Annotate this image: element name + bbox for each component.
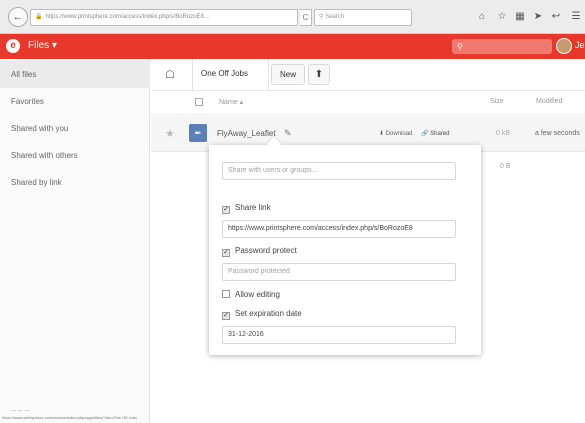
column-size-header[interactable]: Size (490, 98, 504, 105)
home-icon[interactable]: ☖ (165, 68, 177, 81)
share-with-input[interactable]: Share with users or groups... (222, 162, 456, 180)
file-name[interactable]: FlyAway_Leaflet (217, 129, 276, 138)
select-all-checkbox[interactable] (195, 98, 203, 106)
breadcrumb-separator (259, 59, 269, 91)
expiration-date-row[interactable]: ✓ Set expiration date (222, 308, 302, 320)
column-modified-header[interactable]: Modified (536, 98, 562, 105)
shared-action[interactable]: 🔗 Shared (421, 130, 450, 137)
breadcrumb-folder[interactable]: One Off Jobs (201, 69, 248, 78)
expiration-date-field[interactable]: 31-12-2016 (222, 326, 456, 344)
rename-pencil-icon[interactable]: ✎ (284, 128, 292, 139)
pocket-icon[interactable]: ↩ (550, 11, 562, 23)
files-app-menu[interactable]: Files ▾ (28, 40, 57, 51)
favorite-star-icon[interactable]: ★ (165, 127, 175, 140)
browser-search-placeholder: Search (325, 14, 345, 20)
sidebar-footer[interactable]: ... ... ... (11, 407, 29, 413)
send-icon[interactable]: ➤ (532, 11, 544, 23)
expiration-date-label: Set expiration date (235, 309, 302, 318)
file-type-icon: ✒ (189, 124, 207, 142)
file-modified: a few seconds (535, 130, 580, 137)
breadcrumb: ☖ One Off Jobs New ⬆ (151, 59, 585, 91)
allow-editing-row[interactable]: Allow editing (222, 289, 280, 301)
app-header: e Files ▾ ⚲ Je (0, 34, 585, 59)
sidebar-item-all-files[interactable]: All files (0, 61, 150, 88)
file-size: 0 kB (496, 130, 511, 137)
sidebar-item-shared-with-others[interactable]: Shared with others (0, 142, 150, 169)
menu-icon[interactable]: ☰ (570, 11, 582, 23)
password-protect-row[interactable]: ✓ Password protect (222, 245, 297, 257)
share-link-url-field[interactable]: https://www.printsphere.com/access/index… (222, 220, 456, 238)
user-name[interactable]: Je (575, 40, 585, 50)
column-name-header[interactable]: Name ▴ (219, 98, 243, 106)
share-dropdown: Share with users or groups... ✓ Share lin… (209, 145, 481, 355)
sidebar-item-shared-with-you[interactable]: Shared with you (0, 115, 150, 142)
allow-editing-checkbox[interactable] (222, 290, 230, 298)
breadcrumb-separator (183, 59, 193, 91)
upload-button[interactable]: ⬆ (308, 64, 330, 85)
new-button[interactable]: New (271, 64, 305, 85)
browser-search-input[interactable]: ⚲ Search (314, 9, 412, 26)
app-logo-icon[interactable]: e (6, 39, 20, 53)
expiration-date-checkbox[interactable]: ✓ (222, 312, 230, 320)
download-action[interactable]: ⬇ Download (379, 130, 412, 137)
reload-button[interactable]: C (300, 9, 312, 26)
folder-summary-size: 0 B (500, 163, 511, 170)
share-link-label: Share link (235, 203, 271, 212)
header-search-input[interactable]: ⚲ (452, 39, 552, 54)
allow-editing-label: Allow editing (235, 290, 280, 299)
password-field[interactable]: Password protected (222, 263, 456, 281)
avatar[interactable] (556, 38, 572, 54)
password-protect-label: Password protect (235, 246, 297, 255)
sidebar: All files Favorites Shared with you Shar… (0, 59, 150, 423)
star-icon[interactable]: ☆ (496, 11, 508, 23)
home-icon[interactable]: ⌂ (476, 11, 488, 23)
password-protect-checkbox[interactable]: ✓ (222, 249, 230, 257)
back-button[interactable]: ← (8, 7, 28, 27)
file-table-header: Name ▴ Size Modified (151, 91, 585, 115)
url-text: https://www.printsphere.com/access/index… (45, 14, 209, 20)
browser-status-url: https://www.printsphere.com/access/index… (2, 415, 137, 420)
lock-icon: 🔒 (35, 14, 43, 20)
sidebar-item-favorites[interactable]: Favorites (0, 88, 150, 115)
browser-toolbar: ← 🔒 https://www.printsphere.com/access/in… (0, 0, 585, 34)
share-link-checkbox[interactable]: ✓ (222, 206, 230, 214)
search-icon: ⚲ (457, 42, 463, 51)
library-icon[interactable]: ▦ (514, 11, 526, 23)
address-bar[interactable]: 🔒 https://www.printsphere.com/access/inde… (30, 9, 298, 26)
sidebar-item-shared-by-link[interactable]: Shared by link (0, 169, 150, 196)
share-link-row[interactable]: ✓ Share link (222, 202, 271, 214)
